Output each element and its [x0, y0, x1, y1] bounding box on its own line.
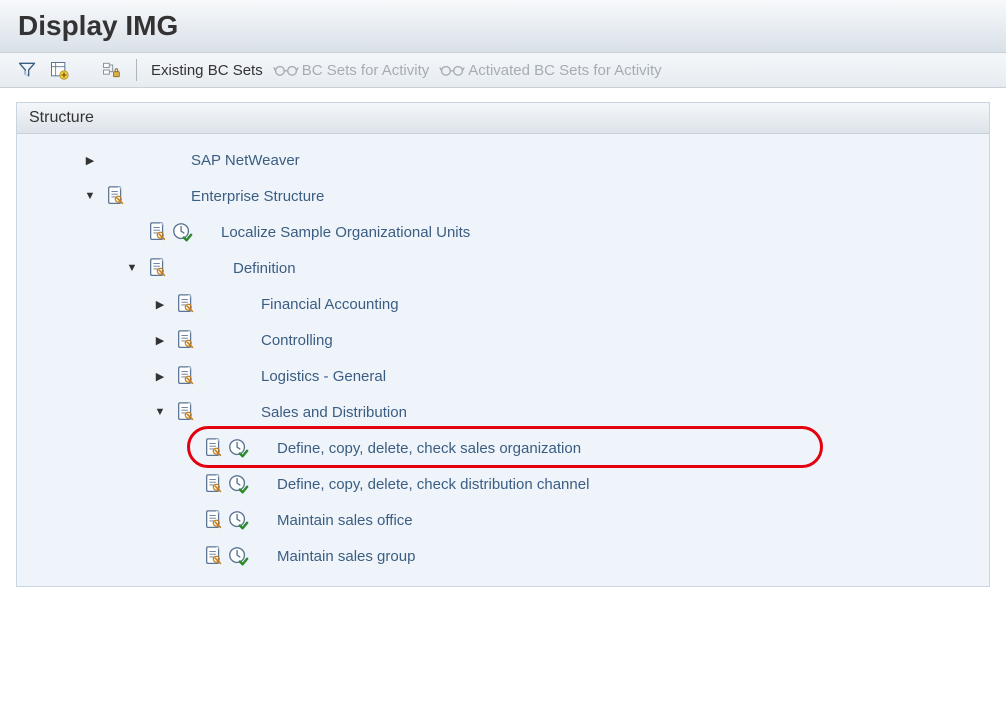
- tree-row: ▼ Sales and Distribution: [17, 394, 989, 430]
- node-sales-distribution[interactable]: Sales and Distribution: [245, 404, 407, 421]
- title-bar: Display IMG: [0, 0, 1006, 53]
- doc-icon[interactable]: [173, 329, 199, 351]
- expand-toggle-icon[interactable]: ▶: [151, 331, 169, 349]
- doc-icon[interactable]: [173, 293, 199, 315]
- expand-toggle-icon[interactable]: ▶: [151, 295, 169, 313]
- toolbar: Existing BC Sets BC Sets for Activity Ac…: [0, 53, 1006, 88]
- doc-icon[interactable]: [201, 545, 227, 567]
- img-tree: ▶ SAP NetWeaver ▼ Enterprise Structure L…: [17, 134, 989, 586]
- doc-icon[interactable]: [173, 365, 199, 387]
- activity-clock-icon[interactable]: [227, 509, 273, 531]
- node-localize-sample[interactable]: Localize Sample Organizational Units: [217, 224, 470, 241]
- toolbar-divider: [136, 59, 137, 81]
- doc-icon[interactable]: [145, 221, 171, 243]
- tree-row: Maintain sales group: [17, 538, 989, 574]
- node-sap-netweaver[interactable]: SAP NetWeaver: [175, 152, 300, 169]
- doc-icon[interactable]: [201, 473, 227, 495]
- tree-row: ▶ Logistics - General: [17, 358, 989, 394]
- tree-row: ▶ SAP NetWeaver: [17, 142, 989, 178]
- activity-clock-icon[interactable]: [171, 221, 217, 243]
- tree-row: ▶ Financial Accounting: [17, 286, 989, 322]
- node-logistics-general[interactable]: Logistics - General: [245, 368, 386, 385]
- collapse-toggle-icon[interactable]: ▼: [123, 259, 141, 277]
- node-define-sales-org[interactable]: Define, copy, delete, check sales organi…: [273, 440, 581, 457]
- node-definition[interactable]: Definition: [217, 260, 296, 277]
- existing-bc-sets-button[interactable]: Existing BC Sets: [151, 62, 263, 79]
- doc-icon[interactable]: [201, 437, 227, 459]
- structure-panel: Structure ▶ SAP NetWeaver ▼ Enterprise S…: [16, 102, 990, 587]
- page-title: Display IMG: [18, 10, 988, 42]
- expand-toggle-icon[interactable]: ▶: [81, 151, 99, 169]
- tree-row: ▶ Controlling: [17, 322, 989, 358]
- tree-row: Maintain sales office: [17, 502, 989, 538]
- tree-row: Define, copy, delete, check sales organi…: [17, 430, 989, 466]
- doc-icon[interactable]: [145, 257, 171, 279]
- activated-bc-sets-button[interactable]: Activated BC Sets for Activity: [439, 62, 661, 79]
- activity-clock-icon[interactable]: [227, 545, 273, 567]
- expand-filter-icon[interactable]: [16, 59, 38, 81]
- add-sheet-icon[interactable]: [48, 59, 70, 81]
- doc-icon[interactable]: [173, 401, 199, 423]
- tree-row: ▼ Definition: [17, 250, 989, 286]
- doc-icon[interactable]: [201, 509, 227, 531]
- node-maintain-sales-office[interactable]: Maintain sales office: [273, 512, 413, 529]
- collapse-toggle-icon[interactable]: ▼: [151, 403, 169, 421]
- collapse-toggle-icon[interactable]: ▼: [81, 187, 99, 205]
- structure-header: Structure: [17, 103, 989, 134]
- activated-bc-sets-label: Activated BC Sets for Activity: [468, 62, 661, 79]
- tree-lock-icon[interactable]: [100, 59, 122, 81]
- node-define-dist-channel[interactable]: Define, copy, delete, check distribution…: [273, 476, 589, 493]
- node-controlling[interactable]: Controlling: [245, 332, 333, 349]
- tree-row: Localize Sample Organizational Units: [17, 214, 989, 250]
- node-maintain-sales-group[interactable]: Maintain sales group: [273, 548, 415, 565]
- tree-row: ▼ Enterprise Structure: [17, 178, 989, 214]
- node-enterprise-structure[interactable]: Enterprise Structure: [175, 188, 324, 205]
- activity-clock-icon[interactable]: [227, 437, 273, 459]
- activity-clock-icon[interactable]: [227, 473, 273, 495]
- doc-icon[interactable]: [103, 185, 129, 207]
- node-financial-accounting[interactable]: Financial Accounting: [245, 296, 399, 313]
- bc-sets-for-activity-label: BC Sets for Activity: [302, 62, 430, 79]
- tree-row: Define, copy, delete, check distribution…: [17, 466, 989, 502]
- expand-toggle-icon[interactable]: ▶: [151, 367, 169, 385]
- bc-sets-for-activity-button[interactable]: BC Sets for Activity: [273, 62, 430, 79]
